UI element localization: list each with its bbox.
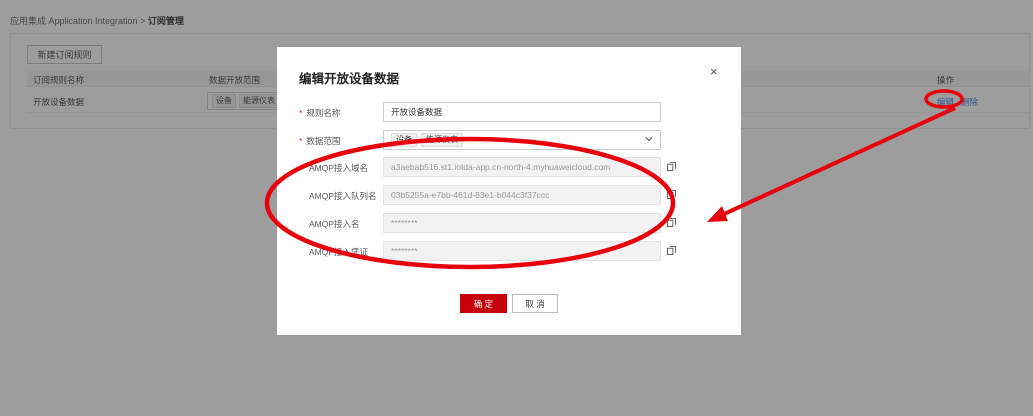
scope-row: * 数据范围 设备 能源仪表 (299, 130, 719, 150)
required-mark: * (299, 136, 303, 146)
rule-name-label: 规则名称 (306, 108, 341, 118)
edit-modal: 编辑开放设备数据 × * 规则名称 开放设备数据 * 数据范围 设备 能源仪表 AM… (277, 47, 741, 335)
credential-row: AMQP接入凭证 ******** (299, 241, 719, 261)
scope-label: 数据范围 (306, 136, 341, 146)
credential-input: ******** (383, 241, 661, 261)
host-row: AMQP接入域名 a3aebab516.st1.iotda-app.cn-nor… (299, 157, 719, 177)
close-icon[interactable]: × (710, 64, 718, 79)
amqp-name-row: AMQP接入名 ******** (299, 213, 719, 233)
scope-tag-device[interactable]: 设备 (391, 133, 417, 147)
rule-name-input[interactable]: 开放设备数据 (383, 102, 661, 122)
amqp-name-label: AMQP接入名 (309, 219, 360, 229)
rule-name-row: * 规则名称 开放设备数据 (299, 102, 719, 122)
credential-label: AMQP接入凭证 (309, 247, 369, 257)
host-input: a3aebab516.st1.iotda-app.cn-north-4.myhu… (383, 157, 661, 177)
scope-select[interactable]: 设备 能源仪表 (383, 130, 661, 150)
queue-row: AMQP接入队列名 03b5255a-e7bb-461d-83e1-b044c3… (299, 185, 719, 205)
queue-input: 03b5255a-e7bb-461d-83e1-b044c3f37ccc (383, 185, 661, 205)
copy-icon[interactable] (667, 246, 676, 255)
amqp-name-input: ******** (383, 213, 661, 233)
cancel-button[interactable]: 取 消 (512, 294, 558, 313)
copy-icon[interactable] (667, 162, 676, 171)
modal-title: 编辑开放设备数据 (299, 72, 400, 86)
copy-icon[interactable] (667, 218, 676, 227)
chevron-down-icon (645, 137, 653, 142)
scope-tag-meter[interactable]: 能源仪表 (421, 133, 463, 147)
confirm-button[interactable]: 确 定 (460, 294, 507, 313)
required-mark: * (299, 108, 303, 118)
host-label: AMQP接入域名 (309, 163, 369, 173)
copy-icon[interactable] (667, 190, 676, 199)
queue-label: AMQP接入队列名 (309, 191, 377, 201)
